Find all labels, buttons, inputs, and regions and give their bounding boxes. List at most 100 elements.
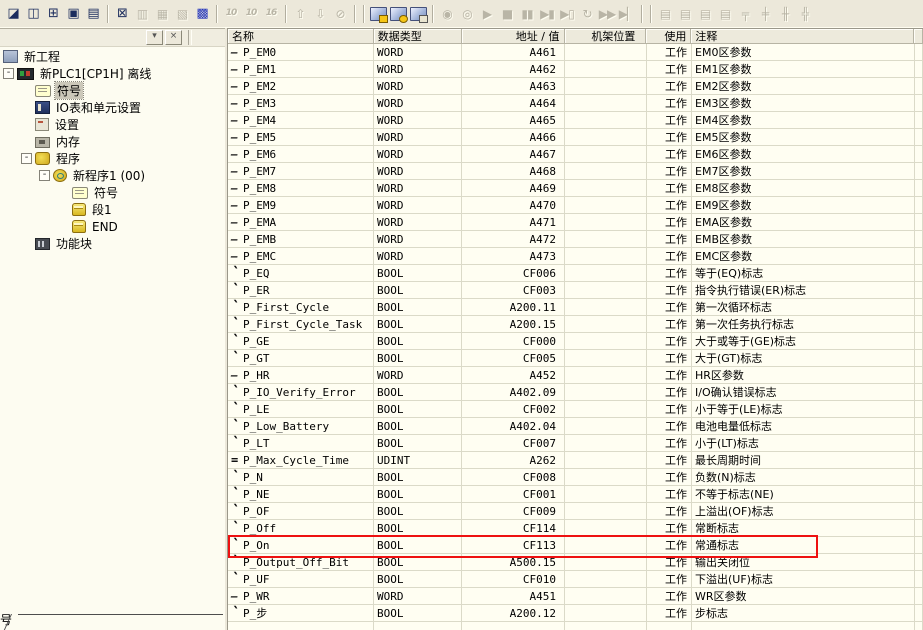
column-header-address[interactable]: 地址 / 值 [462, 29, 565, 44]
properties-icon[interactable]: ▤ [83, 5, 103, 23]
binary-display-icon[interactable]: ▩ [192, 5, 212, 23]
symbol-name-cell: P_ER [228, 282, 374, 299]
tree-item-plc[interactable]: - 新PLC1[CP1H] 离线 [0, 65, 225, 82]
symbol-name: P_EMA [243, 216, 276, 229]
tree-expander-icon[interactable]: - [39, 170, 50, 181]
symbol-type-icon [231, 299, 243, 316]
panel-dropdown-button[interactable]: ▾ [146, 30, 163, 45]
table-row[interactable]: P_GE BOOL CF000 工作 大于或等于(GE)标志 [228, 333, 923, 350]
table-row[interactable]: P_LE BOOL CF002 工作 小于等于(LE)标志 [228, 401, 923, 418]
symbol-usage: 工作 [647, 605, 692, 622]
workspace-bottom-tab[interactable]: 号 [0, 605, 225, 630]
table-row[interactable]: P_First_Cycle BOOL A200.11 工作 第一次循环标志 [228, 299, 923, 316]
table-row[interactable]: P_EM7 WORD A468 工作 EM7区参数 [228, 163, 923, 180]
symbol-rack-location [565, 78, 647, 95]
table-row[interactable]: P_EM4 WORD A465 工作 EM4区参数 [228, 112, 923, 129]
table-row[interactable]: P_EM2 WORD A463 工作 EM2区参数 [228, 78, 923, 95]
column-header-type[interactable]: 数据类型 [374, 29, 462, 44]
symbol-type-icon [231, 265, 243, 282]
spacer-cell [915, 333, 923, 350]
table-row[interactable]: P_EMA WORD A471 工作 EMA区参数 [228, 214, 923, 231]
view-symbols-icon[interactable]: ⊞ [43, 5, 63, 23]
table-row[interactable]: P_EM8 WORD A469 工作 EM8区参数 [228, 180, 923, 197]
table-row[interactable]: P_On BOOL CF113 工作 常通标志 [228, 537, 923, 554]
table-row[interactable]: P_EQ BOOL CF006 工作 等于(EQ)标志 [228, 265, 923, 282]
column-header-name[interactable]: 名称 [228, 29, 374, 44]
tree-item-section1[interactable]: 段1 [0, 201, 225, 218]
table-row[interactable]: P_Low_Battery BOOL A402.04 工作 电池电量低标志 [228, 418, 923, 435]
table-row[interactable]: P_ER BOOL CF003 工作 指令执行错误(ER)标志 [228, 282, 923, 299]
table-row[interactable]: P_EM3 WORD A464 工作 EM3区参数 [228, 95, 923, 112]
table-row[interactable]: P_N BOOL CF008 工作 负数(N)标志 [228, 469, 923, 486]
tree-item-new-program[interactable]: - 新程序1 (00) [0, 167, 225, 184]
table-row[interactable]: P_First_Cycle_Task BOOL A200.15 工作 第一次任务… [228, 316, 923, 333]
symbol-rack-location [565, 265, 647, 282]
table-row[interactable]: P_HR WORD A452 工作 HR区参数 [228, 367, 923, 384]
table-row[interactable]: P_GT BOOL CF005 工作 大于(GT)标志 [228, 350, 923, 367]
view-window-icon[interactable]: ▣ [63, 5, 83, 23]
table-row[interactable]: P_EM0 WORD A461 工作 EM0区参数 [228, 44, 923, 61]
table-row[interactable]: P_Off BOOL CF114 工作 常断标志 [228, 520, 923, 537]
view-diagram-icon[interactable]: ◪ [3, 5, 23, 23]
symbol-address: A200.11 [462, 299, 565, 316]
tree-item-function-blocks[interactable]: 功能块 [0, 235, 225, 252]
column-header-comment[interactable]: 注释 [691, 29, 914, 44]
symbol-comment: 输出关闭位 [692, 554, 915, 571]
column-header-use[interactable]: 使用 [646, 29, 691, 44]
table-row[interactable]: P_UF BOOL CF010 工作 下溢出(UF)标志 [228, 571, 923, 588]
toolbar-icon: 10 [226, 9, 237, 18]
symbol-comment: WR区参数 [692, 588, 915, 605]
table-row[interactable]: P_Output_Off_Bit BOOL A500.15 工作 输出关闭位 [228, 554, 923, 571]
tree-item-program-symbols[interactable]: 符号 [0, 184, 225, 201]
table-row[interactable]: P_IO_Verify_Error BOOL A402.09 工作 I/O确认错… [228, 384, 923, 401]
transfer-to-plc-icon[interactable] [408, 5, 428, 23]
view-mnemonics-icon[interactable]: ◫ [23, 5, 43, 23]
tree-item-symbols[interactable]: 符号 [0, 82, 225, 99]
toolbar-icon: ▥ [137, 8, 147, 20]
rung-dense-icon: ╬ [795, 5, 815, 23]
spacer-cell [915, 503, 923, 520]
table-row[interactable]: P_LT BOOL CF007 工作 小于(LT)标志 [228, 435, 923, 452]
table-row[interactable]: P_EM5 WORD A466 工作 EM5区参数 [228, 129, 923, 146]
table-row[interactable]: P_EM6 WORD A467 工作 EM6区参数 [228, 146, 923, 163]
table-row[interactable]: P_EM9 WORD A470 工作 EM9区参数 [228, 197, 923, 214]
toolbar-icon: ▦ [157, 8, 167, 20]
symbol-comment: 下溢出(UF)标志 [692, 571, 915, 588]
tree-expander-icon[interactable]: - [3, 68, 14, 79]
cross-reference-icon[interactable]: ⊠ [112, 5, 132, 23]
symbol-name: P_IO_Verify_Error [243, 386, 356, 399]
table-row[interactable]: P_EMB WORD A472 工作 EMB区参数 [228, 231, 923, 248]
symbol-comment: EM0区参数 [692, 44, 915, 61]
tree-item-new-project[interactable]: 新工程 [0, 48, 225, 65]
work-online-icon[interactable] [368, 5, 388, 23]
symbol-comment: 不等于标志(NE) [692, 486, 915, 503]
table-row[interactable]: P_EM1 WORD A462 工作 EM1区参数 [228, 61, 923, 78]
column-header-rack[interactable]: 机架位置 [565, 29, 647, 44]
column-header-label: 数据类型 [378, 29, 422, 44]
tree-item-memory[interactable]: 内存 [0, 133, 225, 150]
toolbar-icon: ╬ [802, 8, 808, 20]
panel-close-button[interactable]: × [165, 30, 182, 45]
symbol-address: A462 [462, 61, 565, 78]
tree-item-settings[interactable]: 设置 [0, 116, 225, 133]
symbol-address: A468 [462, 163, 565, 180]
tree-item-programs[interactable]: - 程序 [0, 150, 225, 167]
table-row[interactable]: P_步 BOOL A200.12 工作 步标志 [228, 605, 923, 622]
tree-item-io-table[interactable]: IO表和单元设置 [0, 99, 225, 116]
table-row[interactable]: P_WR WORD A451 工作 WR区参数 [228, 588, 923, 605]
table-row[interactable]: P_NE BOOL CF001 工作 不等于标志(NE) [228, 486, 923, 503]
toolbar-icon: ■ [502, 8, 512, 20]
toolbar-icon [410, 7, 427, 21]
table-row[interactable]: P_EMC WORD A473 工作 EMC区参数 [228, 248, 923, 265]
tree-item-end[interactable]: END [0, 218, 225, 235]
table-row[interactable]: P_Max_Cycle_Time UDINT A262 工作 最长周期时间 [228, 452, 923, 469]
symbol-data-type: WORD [374, 44, 462, 61]
symbol-rack-location [565, 350, 647, 367]
symbol-name-cell: P_EMC [228, 248, 374, 265]
tree-expander-icon[interactable]: - [21, 153, 32, 164]
toolbar-icon: ▶▶ [599, 8, 615, 20]
online-simulator-icon[interactable] [388, 5, 408, 23]
table-row[interactable]: P_OF BOOL CF009 工作 上溢出(OF)标志 [228, 503, 923, 520]
symbol-type-icon [231, 571, 243, 588]
symbol-type-icon [231, 537, 243, 554]
